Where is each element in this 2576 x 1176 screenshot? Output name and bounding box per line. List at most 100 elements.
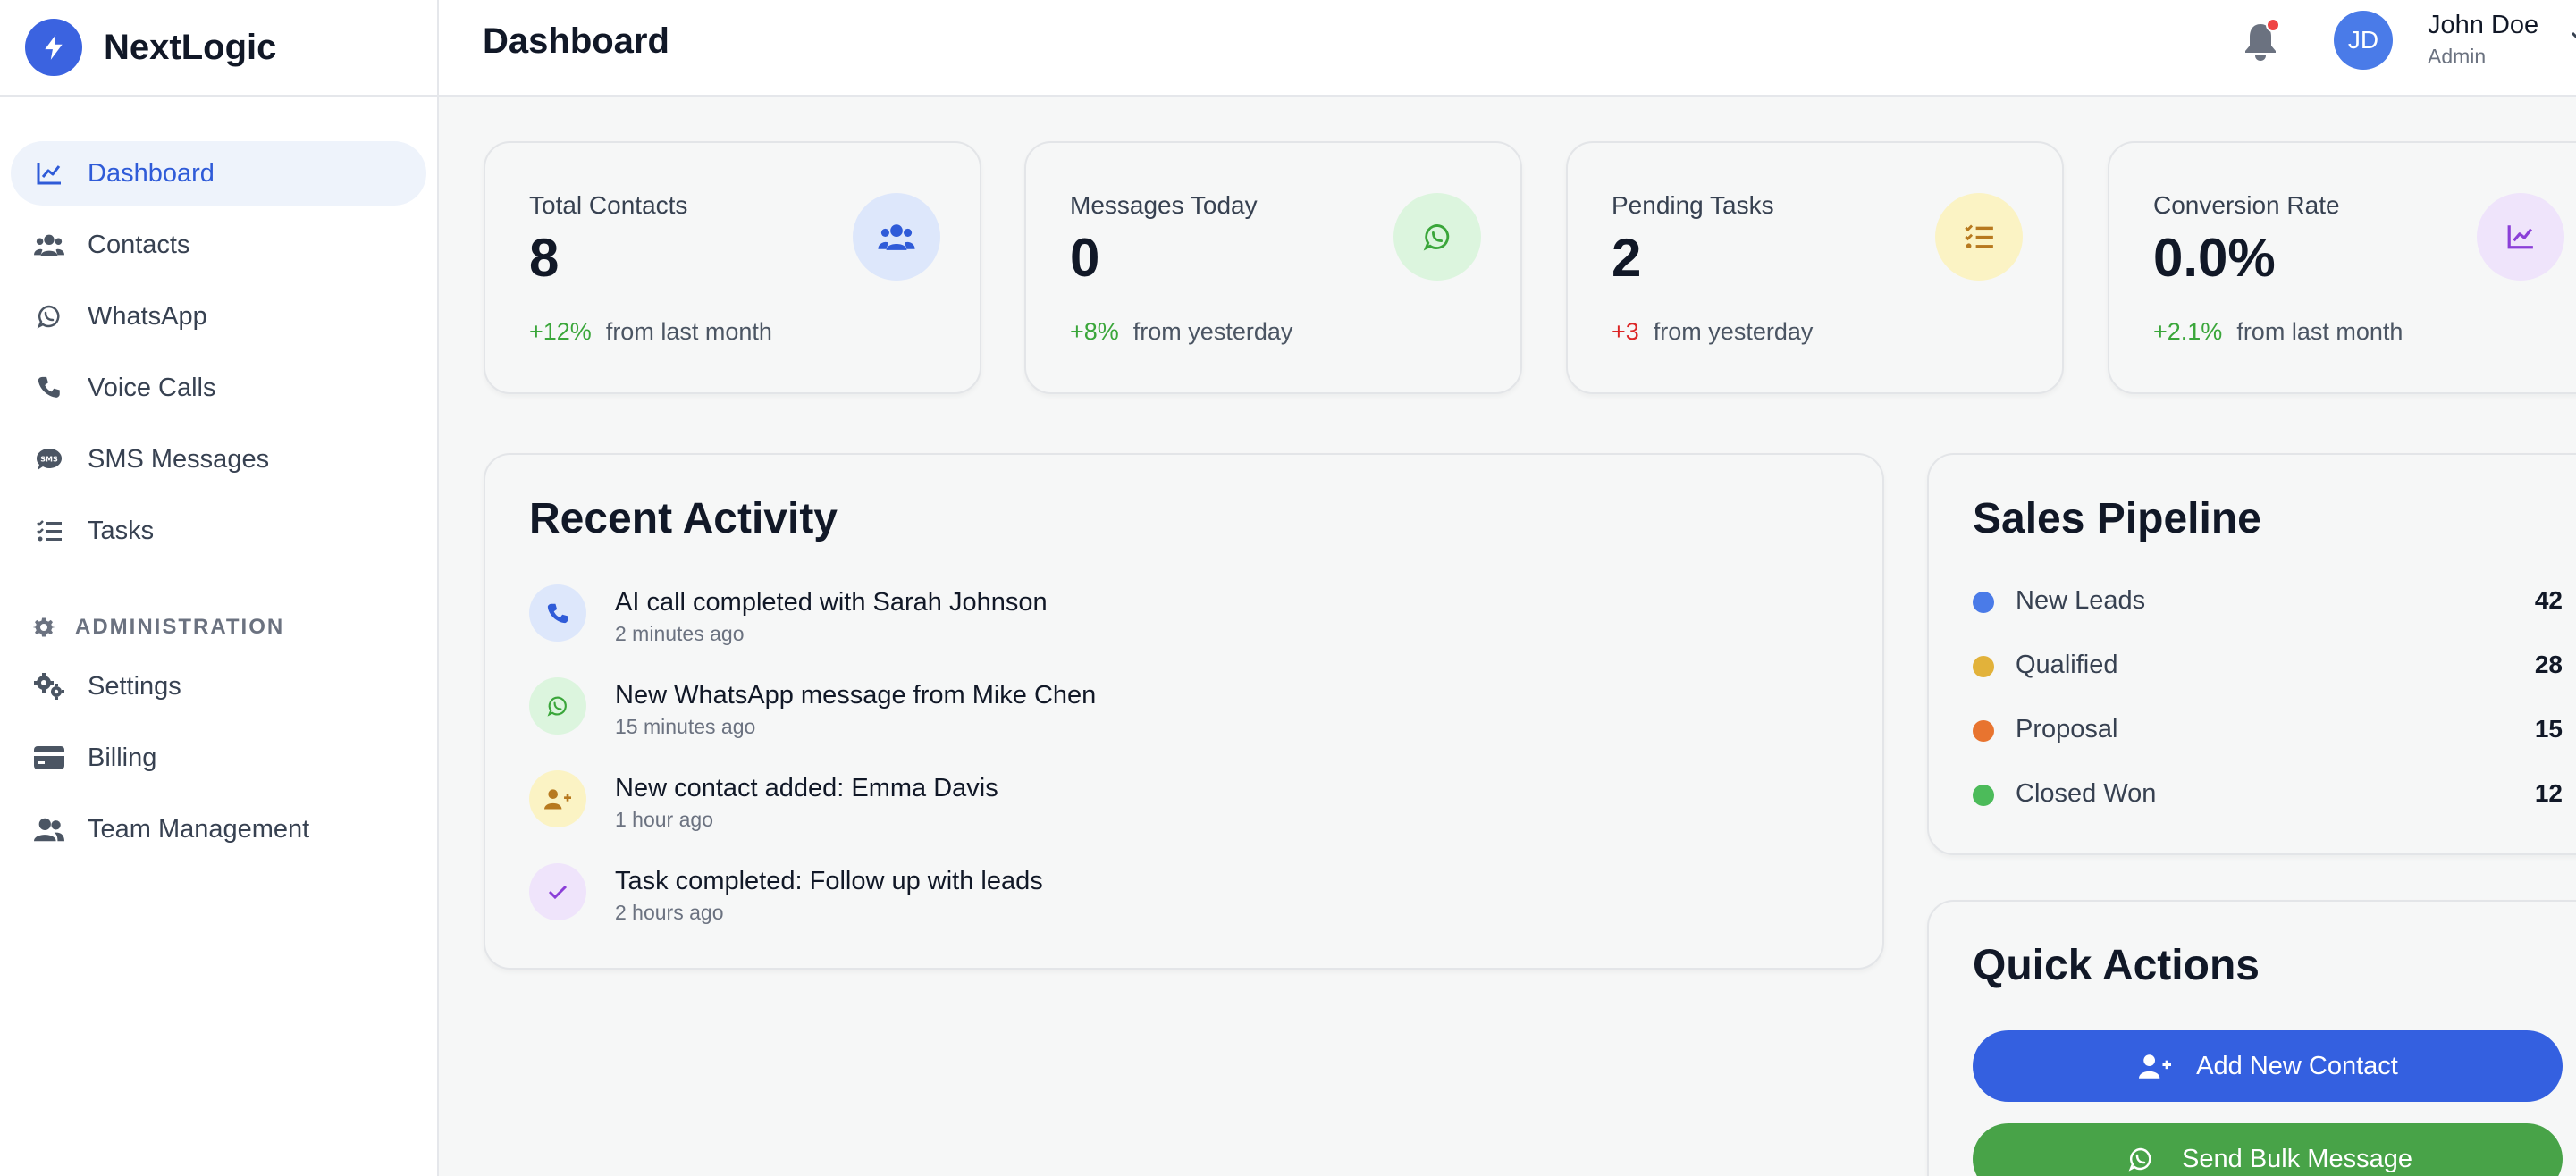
user-name[interactable]: John Doe — [2428, 11, 2538, 40]
admin-section-title: ADMINISTRATION — [32, 615, 437, 640]
sidebar-item-whatsapp[interactable]: WhatsApp — [11, 284, 426, 349]
sidebar-item-label: Voice Calls — [88, 373, 216, 402]
stat-label: Total Contacts — [529, 191, 688, 219]
pipeline-label: Proposal — [2016, 715, 2118, 743]
activity-time: 2 minutes ago — [615, 622, 745, 645]
activity-time: 1 hour ago — [615, 808, 713, 831]
gear-icon — [32, 616, 55, 639]
activity-title: Task completed: Follow up with leads — [615, 867, 1043, 895]
panel-title: Recent Activity — [529, 495, 838, 542]
pipeline-dot — [1973, 720, 1994, 742]
sidebar-item-voice-calls[interactable]: Voice Calls — [11, 356, 426, 420]
button-label: Send Bulk Message — [2182, 1144, 2412, 1173]
stat-delta: +3 — [1612, 318, 1639, 345]
activity-title: AI call completed with Sarah Johnson — [615, 588, 1048, 617]
sidebar-item-dashboard[interactable]: Dashboard — [11, 141, 426, 206]
tasks-icon — [34, 516, 64, 546]
sales-pipeline-panel: Sales Pipeline New Leads 42 Qualified 28… — [1927, 453, 2576, 855]
users-icon — [34, 230, 64, 260]
sidebar-item-label: SMS Messages — [88, 444, 270, 474]
stat-card-messages-today: Messages Today 0 +8% from yesterday — [1024, 141, 1522, 394]
stat-delta: +2.1% — [2153, 318, 2223, 345]
activity-title: New contact added: Emma Davis — [615, 774, 998, 802]
add-new-contact-button[interactable]: Add New Contact — [1973, 1030, 2563, 1102]
chart-line-icon — [2477, 193, 2564, 281]
pipeline-count: 28 — [2534, 651, 2563, 678]
stat-delta: +8% — [1070, 318, 1119, 345]
chart-line-icon — [34, 158, 64, 189]
admin-section-label: ADMINISTRATION — [75, 615, 285, 639]
sidebar-item-label: WhatsApp — [88, 301, 207, 331]
stat-label: Conversion Rate — [2153, 191, 2340, 219]
user-role: Admin — [2428, 45, 2487, 68]
stat-label: Pending Tasks — [1612, 191, 1774, 219]
sidebar: NextLogic Dashboard Contacts WhatsApp Vo… — [0, 0, 439, 1176]
phone-icon — [529, 584, 586, 642]
sidebar-nav: Dashboard Contacts WhatsApp Voice Calls … — [0, 97, 437, 861]
sms-icon: SMS — [34, 444, 64, 475]
credit-card-icon — [34, 743, 64, 773]
panel-title: Sales Pipeline — [1973, 495, 2261, 542]
button-label: Add New Contact — [2196, 1051, 2398, 1080]
pipeline-dot — [1973, 592, 1994, 613]
page-title: Dashboard — [483, 21, 669, 61]
stat-delta: +12% — [529, 318, 592, 345]
notification-bell-icon[interactable] — [2243, 18, 2280, 61]
stat-card-total-contacts: Total Contacts 8 +12% from last month — [484, 141, 981, 394]
sidebar-item-team-management[interactable]: Team Management — [11, 797, 426, 861]
activity-time: 2 hours ago — [615, 901, 724, 924]
whatsapp-icon — [2123, 1141, 2159, 1176]
chevron-down-icon[interactable] — [2570, 27, 2576, 45]
pipeline-count: 42 — [2534, 586, 2563, 614]
stat-delta-suffix: from last month — [2236, 318, 2403, 345]
activity-item[interactable]: Task completed: Follow up with leads 2 h… — [529, 863, 1334, 926]
activity-item[interactable]: New contact added: Emma Davis 1 hour ago — [529, 770, 1334, 833]
pipeline-count: 15 — [2534, 715, 2563, 743]
stat-label: Messages Today — [1070, 191, 1258, 219]
gears-icon — [34, 671, 64, 701]
stat-footer: +2.1% from last month — [2153, 318, 2403, 346]
stat-delta-suffix: from yesterday — [1653, 318, 1814, 345]
quick-actions-panel: Quick Actions Add New Contact Send Bulk … — [1927, 900, 2576, 1176]
stat-value: 0.0% — [2153, 228, 2276, 288]
recent-activity-panel: Recent Activity AI call completed with S… — [484, 453, 1884, 970]
user-plus-icon — [2137, 1048, 2173, 1084]
avatar[interactable]: JD — [2334, 11, 2393, 70]
pipeline-label: Qualified — [2016, 651, 2118, 679]
notification-dot — [2266, 18, 2280, 32]
sidebar-item-tasks[interactable]: Tasks — [11, 499, 426, 563]
activity-item[interactable]: AI call completed with Sarah Johnson 2 m… — [529, 584, 1334, 647]
sidebar-item-settings[interactable]: Settings — [11, 654, 426, 718]
brand[interactable]: NextLogic — [0, 0, 437, 97]
stat-footer: +3 from yesterday — [1612, 318, 1813, 346]
activity-item[interactable]: New WhatsApp message from Mike Chen 15 m… — [529, 677, 1334, 740]
sidebar-item-sms[interactable]: SMS SMS Messages — [11, 427, 426, 491]
svg-text:SMS: SMS — [40, 456, 58, 464]
user-plus-icon — [529, 770, 586, 827]
whatsapp-icon — [34, 301, 64, 332]
stat-value: 2 — [1612, 228, 1642, 288]
pipeline-row-new-leads: New Leads 42 — [1973, 584, 2563, 620]
stat-delta-suffix: from yesterday — [1132, 318, 1293, 345]
activity-title: New WhatsApp message from Mike Chen — [615, 681, 1097, 710]
whatsapp-icon — [529, 677, 586, 735]
pipeline-dot — [1973, 785, 1994, 806]
tasks-icon — [1935, 193, 2023, 281]
users-icon — [853, 193, 940, 281]
sidebar-item-billing[interactable]: Billing — [11, 726, 426, 790]
send-bulk-message-button[interactable]: Send Bulk Message — [1973, 1123, 2563, 1176]
sidebar-item-label: Tasks — [88, 516, 155, 545]
whatsapp-icon — [1393, 193, 1481, 281]
sidebar-item-label: Settings — [88, 671, 181, 701]
sidebar-item-label: Team Management — [88, 814, 310, 844]
brand-name: NextLogic — [104, 27, 277, 67]
pipeline-row-proposal: Proposal 15 — [1973, 713, 2563, 749]
team-icon — [34, 814, 64, 844]
pipeline-label: New Leads — [2016, 586, 2146, 615]
pipeline-dot — [1973, 656, 1994, 677]
phone-icon — [34, 373, 64, 403]
sidebar-item-contacts[interactable]: Contacts — [11, 213, 426, 277]
check-icon — [529, 863, 586, 920]
pipeline-row-qualified: Qualified 28 — [1973, 649, 2563, 685]
stat-card-conversion-rate: Conversion Rate 0.0% +2.1% from last mont… — [2108, 141, 2576, 394]
